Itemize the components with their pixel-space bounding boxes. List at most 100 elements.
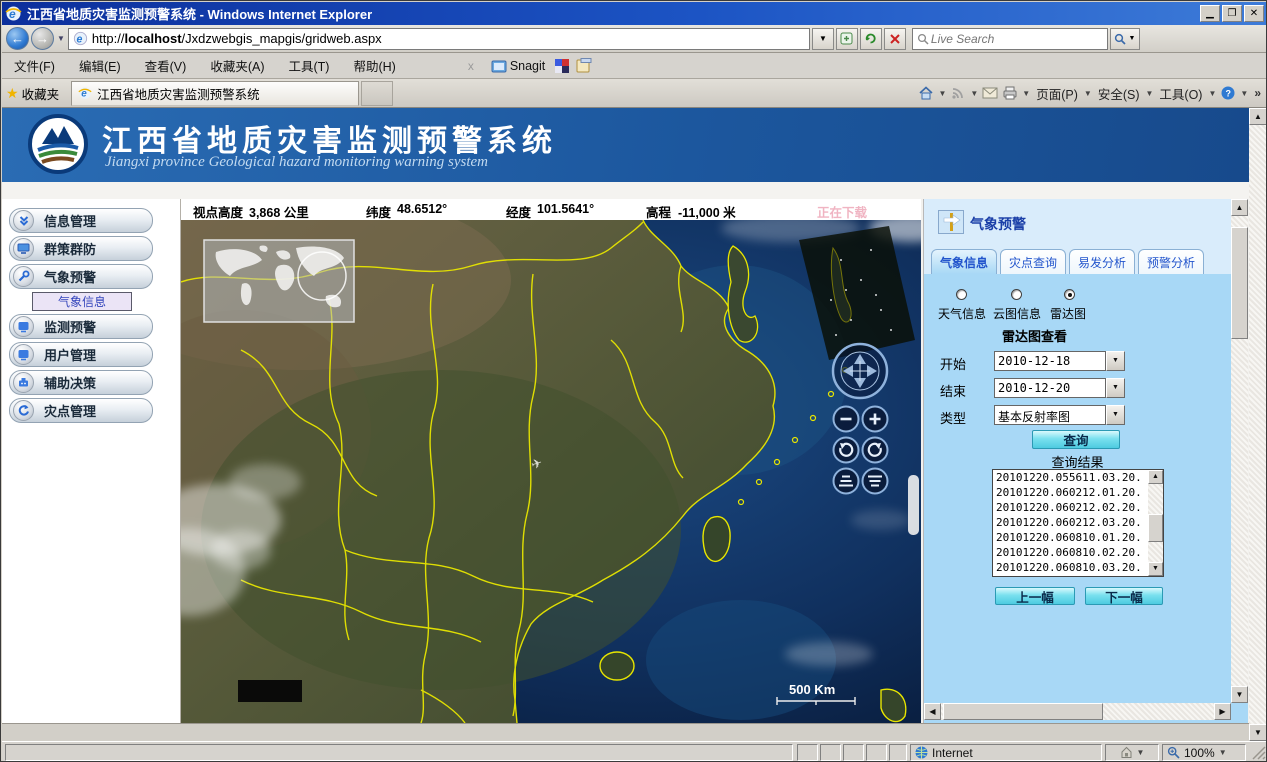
zoom-panel[interactable]: 100% ▼ <box>1162 744 1246 761</box>
sidebar-subitem-weather-info[interactable]: 气象信息 <box>32 292 132 311</box>
new-tab-button[interactable] <box>361 81 393 106</box>
sidebar-item-weather-warning[interactable]: 气象预警 <box>9 264 153 289</box>
start-date-dropdown-icon[interactable]: ▼ <box>1106 351 1125 371</box>
listbox-scrollbar[interactable]: ▲ ▼ <box>1148 470 1163 576</box>
page-dropdown-icon[interactable]: ▼ <box>1084 89 1092 98</box>
forward-button[interactable]: → <box>31 27 54 50</box>
globe-map[interactable]: ✈ <box>181 220 921 723</box>
panel-hscroll-thumb[interactable] <box>943 703 1103 720</box>
tools-dropdown-icon[interactable]: ▼ <box>1208 89 1216 98</box>
safety-dropdown-icon[interactable]: ▼ <box>1145 89 1153 98</box>
panel-vertical-scrollbar[interactable]: ▲ ▼ <box>1231 199 1248 703</box>
prev-image-button[interactable]: 上一幅 <box>995 587 1075 605</box>
snagit-editor-icon[interactable] <box>576 58 592 74</box>
rotate-ccw-button[interactable] <box>863 438 888 463</box>
result-item[interactable]: 20101220.060810.02.20. <box>993 545 1163 560</box>
scroll-up-icon[interactable]: ▲ <box>1148 470 1163 484</box>
safety-menu[interactable]: 安全(S) <box>1096 82 1142 105</box>
result-item[interactable]: 20101220.060810.03.20. <box>993 560 1163 575</box>
listbox-scroll-thumb[interactable] <box>1148 514 1163 542</box>
radio-cloud-image[interactable] <box>1011 289 1022 300</box>
start-date-select[interactable]: 2010-12-18 <box>994 351 1106 371</box>
menu-view[interactable]: 查看(V) <box>133 52 199 79</box>
end-date-dropdown-icon[interactable]: ▼ <box>1106 378 1125 398</box>
sidebar-item-info-mgmt[interactable]: 信息管理 <box>9 208 153 233</box>
sidebar-item-monitor-warning[interactable]: 监测预警 <box>9 314 153 339</box>
panel-horizontal-scrollbar[interactable]: ◀ ▶ <box>924 703 1231 720</box>
help-dropdown-icon[interactable]: ▼ <box>1240 89 1248 98</box>
tab-warning-analysis[interactable]: 预警分析 <box>1138 249 1204 274</box>
map-viewport[interactable]: 视点高度 3,868 公里 纬度 48.6512° 经度 101.5641° 高… <box>181 199 921 723</box>
protected-mode-panel[interactable]: ▼ <box>1105 744 1159 761</box>
print-dropdown-icon[interactable]: ▼ <box>1022 89 1030 98</box>
tilt-down-button[interactable] <box>863 469 888 494</box>
minimize-button[interactable]: ▁ <box>1200 5 1220 22</box>
splitter-handle[interactable] <box>908 475 919 535</box>
menu-file[interactable]: 文件(F) <box>2 52 67 79</box>
search-box[interactable] <box>912 28 1108 50</box>
feed-dropdown-icon[interactable]: ▼ <box>970 89 978 98</box>
tilt-up-button[interactable] <box>834 469 859 494</box>
protected-dropdown-icon[interactable]: ▼ <box>1137 748 1145 757</box>
resize-grip[interactable] <box>1252 746 1266 760</box>
tools-menu[interactable]: 工具(O) <box>1157 82 1204 105</box>
type-select[interactable]: 基本反射率图 <box>994 405 1106 425</box>
favorites-star-icon[interactable]: ★ <box>6 85 19 102</box>
menu-tools[interactable]: 工具(T) <box>276 52 341 79</box>
url-field[interactable]: e http://localhost/Jxdzwebgis_mapgis/gri… <box>68 28 810 50</box>
zoom-out-button[interactable] <box>834 407 859 432</box>
page-menu[interactable]: 页面(P) <box>1034 82 1080 105</box>
radio-label[interactable]: 天气信息 <box>938 305 986 322</box>
panel-scroll-thumb[interactable] <box>1231 227 1248 339</box>
result-item[interactable]: 20101220.060212.02.20. <box>993 500 1163 515</box>
compatibility-view-button[interactable] <box>836 28 858 50</box>
end-date-select[interactable]: 2010-12-20 <box>994 378 1106 398</box>
next-image-button[interactable]: 下一幅 <box>1085 587 1163 605</box>
zoom-dropdown-icon[interactable]: ▼ <box>1219 748 1227 757</box>
scroll-down-icon[interactable]: ▼ <box>1231 686 1248 703</box>
print-icon[interactable] <box>1002 85 1018 101</box>
result-item[interactable]: 20101220.060212.03.20. <box>993 515 1163 530</box>
result-item[interactable]: 20101220.060212.01.20. <box>993 485 1163 500</box>
sidebar-item-user-mgmt[interactable]: 用户管理 <box>9 342 153 367</box>
maximize-button[interactable]: ❐ <box>1222 5 1242 22</box>
toolbar-close-icon[interactable]: x <box>468 59 474 73</box>
page-vertical-scrollbar[interactable]: ▲ ▼ <box>1249 108 1267 741</box>
search-input[interactable] <box>929 31 1089 47</box>
menu-edit[interactable]: 编辑(E) <box>67 52 133 79</box>
result-item[interactable]: 20101220.055611.03.20. <box>993 470 1163 485</box>
scroll-left-icon[interactable]: ◀ <box>924 703 941 720</box>
page-tab[interactable]: e 江西省地质灾害监测预警系统 <box>71 81 359 106</box>
scroll-up-icon[interactable]: ▲ <box>1231 199 1248 216</box>
mail-icon[interactable] <box>982 85 998 101</box>
help-icon[interactable]: ? <box>1220 85 1236 101</box>
tab-weather-info[interactable]: 气象信息 <box>931 249 997 274</box>
results-listbox[interactable]: 20101220.055611.03.20. 20101220.060212.0… <box>992 469 1164 577</box>
favorites-label[interactable]: 收藏夹 <box>22 84 60 103</box>
rss-feed-icon[interactable] <box>950 85 966 101</box>
menu-favorites[interactable]: 收藏夹(A) <box>198 52 276 79</box>
scroll-down-icon[interactable]: ▼ <box>1249 724 1267 741</box>
zoom-in-button[interactable] <box>863 407 888 432</box>
type-dropdown-icon[interactable]: ▼ <box>1106 405 1125 425</box>
menu-help[interactable]: 帮助(H) <box>341 52 407 79</box>
sidebar-item-decision-support[interactable]: 辅助决策 <box>9 370 153 395</box>
sidebar-item-group-prevention[interactable]: 群策群防 <box>9 236 153 261</box>
sidebar-item-hazard-points[interactable]: 灾点管理 <box>9 398 153 423</box>
stop-button[interactable] <box>884 28 906 50</box>
tab-hazard-query[interactable]: 灾点查询 <box>1000 249 1066 274</box>
overflow-chevron-icon[interactable]: » <box>1254 86 1261 100</box>
search-go-button[interactable]: ▼ <box>1110 28 1140 50</box>
query-button[interactable]: 查询 <box>1032 430 1120 449</box>
close-button[interactable]: ✕ <box>1244 5 1264 22</box>
home-icon[interactable] <box>918 85 934 101</box>
radio-label[interactable]: 云图信息 <box>993 305 1041 322</box>
radio-label[interactable]: 雷达图 <box>1050 305 1086 322</box>
home-dropdown-icon[interactable]: ▼ <box>938 89 946 98</box>
url-dropdown-button[interactable]: ▼ <box>812 28 834 50</box>
snagit-icon[interactable] <box>491 58 507 74</box>
scroll-right-icon[interactable]: ▶ <box>1214 703 1231 720</box>
snagit-capture-icon[interactable] <box>554 58 570 74</box>
result-item[interactable]: 20101220.060810.01.20. <box>993 530 1163 545</box>
refresh-button[interactable] <box>860 28 882 50</box>
